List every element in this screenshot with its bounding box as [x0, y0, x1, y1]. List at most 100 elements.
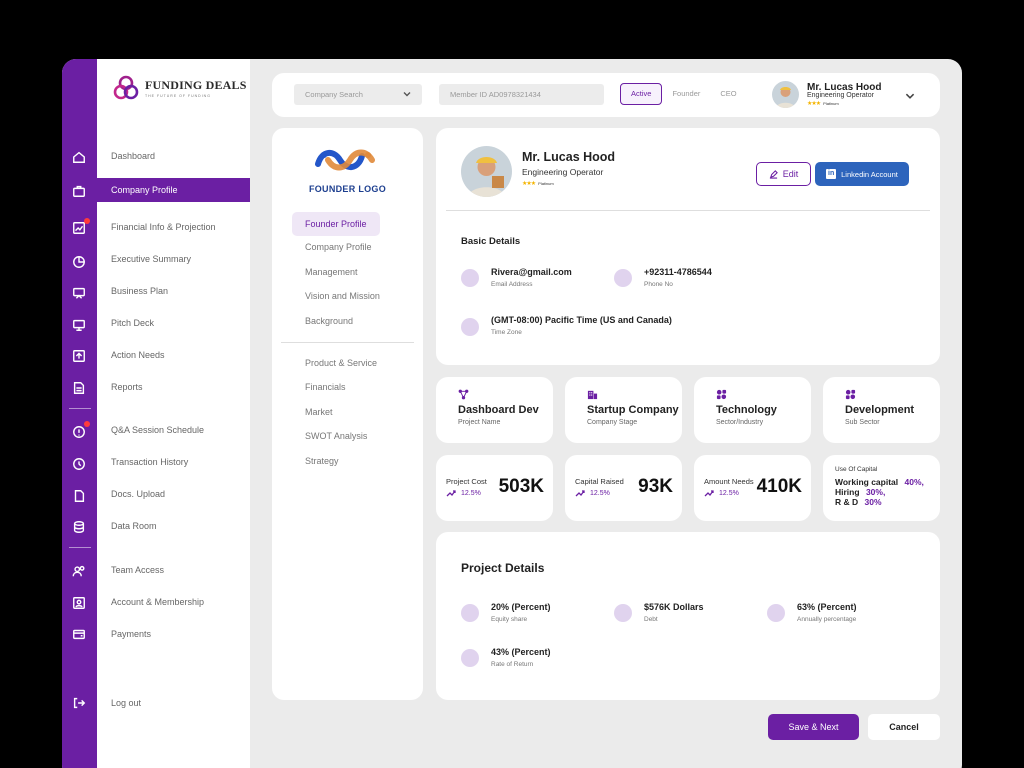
account-icon[interactable]: [72, 596, 86, 610]
tile-value: Startup Company: [587, 404, 679, 416]
tab-founder[interactable]: Founder: [662, 83, 710, 105]
tile-label: Project Name: [458, 419, 501, 426]
metric-trend: 12.5%: [704, 489, 739, 497]
capital-row-pct: 30%,: [865, 487, 886, 497]
nav-item-team-access[interactable]: Team Access: [111, 565, 164, 575]
metric-value: 503K: [498, 476, 544, 497]
wallet-icon[interactable]: [72, 627, 86, 641]
metric-trend-value: 12.5%: [719, 489, 739, 497]
tab-ceo[interactable]: CEO: [710, 83, 746, 105]
nav-item-data-room[interactable]: Data Room: [111, 521, 157, 531]
trend-up-icon: [704, 490, 714, 497]
clock-icon[interactable]: [72, 457, 86, 471]
capital-row-label: R & D: [835, 497, 859, 507]
question-icon[interactable]: [72, 425, 86, 439]
linkedin-button[interactable]: in Linkedin Account: [815, 162, 909, 186]
rate-of-return-label: Rate of Return: [491, 661, 534, 668]
database-icon[interactable]: [72, 520, 86, 534]
linkedin-label: Linkedin Account: [841, 169, 898, 179]
subnav-financials[interactable]: Financials: [305, 382, 346, 392]
subnav-market[interactable]: Market: [305, 407, 333, 417]
subnav-product-service[interactable]: Product & Service: [305, 358, 377, 368]
nav-item-payments[interactable]: Payments: [111, 629, 151, 639]
brand-logo[interactable]: FUNDING DEALS THE FUTURE OF FUNDING: [111, 73, 247, 103]
nav-item-reports[interactable]: Reports: [111, 382, 143, 392]
save-next-button[interactable]: Save & Next: [768, 714, 859, 740]
pitch-deck-icon[interactable]: [72, 318, 86, 332]
nav-item-pitch-deck[interactable]: Pitch Deck: [111, 318, 154, 328]
nav-item-transaction-history[interactable]: Transaction History: [111, 457, 188, 467]
nav-item-logout[interactable]: Log out: [111, 698, 141, 708]
debt-icon: [614, 604, 632, 622]
metric-trend: 12.5%: [446, 489, 481, 497]
tile-label: Sub Sector: [845, 419, 880, 426]
capital-row: Hiring 30%,: [835, 487, 924, 497]
nav-item-business-plan[interactable]: Business Plan: [111, 286, 168, 296]
brand-logo-icon: [113, 75, 139, 100]
subnav-company-profile[interactable]: Company Profile: [305, 242, 372, 252]
company-search-select[interactable]: Company Search: [294, 84, 422, 105]
subnav-strategy[interactable]: Strategy: [305, 456, 339, 466]
upload-icon[interactable]: [72, 349, 86, 363]
profile-role: Engineering Operator: [522, 167, 604, 177]
nodes-icon: [458, 389, 469, 400]
chevron-down-icon: [403, 92, 411, 97]
team-icon[interactable]: [72, 564, 86, 578]
subnav-vision-mission[interactable]: Vision and Mission: [305, 291, 380, 301]
subnav-management[interactable]: Management: [305, 267, 358, 277]
nav-item-action-needs[interactable]: Action Needs: [111, 350, 165, 360]
tile-project-name: Dashboard Dev Project Name: [436, 377, 553, 443]
timezone-value: (GMT-08:00) Pacific Time (US and Canada): [491, 315, 672, 325]
chevron-down-icon[interactable]: [904, 90, 916, 102]
linkedin-icon: in: [826, 169, 837, 179]
logout-icon[interactable]: [72, 696, 86, 710]
pie-chart-icon[interactable]: [72, 255, 86, 269]
tab-active[interactable]: Active: [620, 83, 663, 105]
nav-item-account-membership[interactable]: Account & Membership: [111, 597, 204, 607]
nav-item-financial-info[interactable]: Financial Info & Projection: [111, 222, 216, 232]
subnav-founder-profile[interactable]: Founder Profile: [292, 212, 380, 236]
section-nav-card: FOUNDER LOGO Founder Profile Company Pro…: [272, 128, 423, 700]
phone-icon: [614, 269, 632, 287]
presentation-icon[interactable]: [72, 286, 86, 300]
brand-tagline: THE FUTURE OF FUNDING: [145, 94, 211, 98]
profile-divider: [446, 210, 930, 211]
top-bar: Company Search Member ID AD0978321434 Ac…: [272, 73, 940, 117]
nav-item-dashboard[interactable]: Dashboard: [111, 151, 155, 161]
subnav-background[interactable]: Background: [305, 316, 353, 326]
report-icon[interactable]: [72, 381, 86, 395]
rate-of-return-icon: [461, 649, 479, 667]
user-menu[interactable]: Mr. Lucas Hood Engineering Operator ★★★ …: [772, 81, 932, 109]
company-search-placeholder: Company Search: [305, 90, 363, 99]
nav-item-qa-session[interactable]: Q&A Session Schedule: [111, 425, 204, 435]
document-icon[interactable]: [72, 489, 86, 503]
member-id-field[interactable]: Member ID AD0978321434: [439, 84, 604, 105]
nav-item-company-profile[interactable]: Company Profile: [97, 178, 250, 202]
metric-trend: 12.5%: [575, 489, 610, 497]
tile-label: Sector/Industry: [716, 419, 764, 426]
nav-item-executive-summary[interactable]: Executive Summary: [111, 254, 191, 264]
edit-icon: [769, 169, 778, 179]
annual-percentage-icon: [767, 604, 785, 622]
edit-button[interactable]: Edit: [756, 162, 811, 186]
nav-item-docs-upload[interactable]: Docs. Upload: [111, 489, 165, 499]
phone-label: Phone No: [644, 281, 673, 288]
debt-value: $576K Dollars: [644, 602, 704, 612]
rate-of-return-value: 43% (Percent): [491, 647, 551, 657]
brand-name: FUNDING DEALS: [145, 78, 247, 92]
metric-label: Amount Needs: [704, 477, 754, 486]
cancel-button[interactable]: Cancel: [868, 714, 940, 740]
project-details-card: Project Details 20% (Percent) Equity sha…: [436, 532, 940, 700]
trend-up-icon: [575, 490, 585, 497]
capital-row-pct: 30%: [864, 497, 882, 507]
subnav-swot-analysis[interactable]: SWOT Analysis: [305, 431, 367, 441]
tile-value: Dashboard Dev: [458, 404, 539, 416]
metric-label: Capital Raised: [575, 477, 624, 486]
home-icon[interactable]: [72, 150, 86, 164]
timezone-icon: [461, 318, 479, 336]
building-icon: [587, 389, 598, 400]
trend-up-icon: [446, 490, 456, 497]
briefcase-icon[interactable]: [72, 184, 86, 198]
icon-rail: [62, 59, 97, 768]
rating-stars: ★★★: [807, 101, 821, 107]
